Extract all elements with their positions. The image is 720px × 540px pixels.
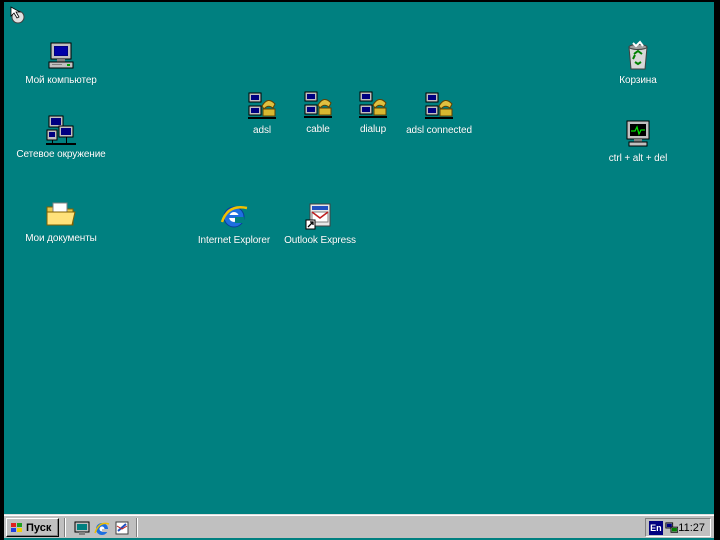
screen: Мой компьютер Сетевое окружение Мои доку… xyxy=(0,0,720,540)
outlook-express-icon[interactable] xyxy=(114,520,130,536)
taskbar-separator xyxy=(64,518,66,537)
internet-explorer-icon[interactable] xyxy=(94,520,110,536)
desktop-icon-ctrl-alt-del[interactable]: ctrl + alt + del xyxy=(593,118,683,165)
desktop-icon-label: Outlook Express xyxy=(284,235,356,246)
start-button-label: Пуск xyxy=(26,521,52,534)
desktop-icon-my-computer[interactable]: Мой компьютер xyxy=(16,40,106,87)
desktop-icon-label: Корзина xyxy=(619,75,657,86)
dialup-connection-icon xyxy=(425,92,453,119)
desktop-icon-label: adsl connected xyxy=(406,125,472,136)
desktop-icon-label: adsl xyxy=(253,125,271,136)
mouse-cursor-icon xyxy=(10,6,25,24)
computer-icon xyxy=(48,42,74,69)
desktop-icon-label: Internet Explorer xyxy=(197,235,271,246)
taskbar-clock[interactable]: 11:27 xyxy=(678,522,705,534)
desktop-icon-label: cable xyxy=(306,124,330,135)
desktop-icon-label: Сетевое окружение xyxy=(16,149,106,160)
desktop-icon-label: Мои документы xyxy=(25,233,97,244)
folder-icon xyxy=(46,202,76,226)
internet-explorer-icon xyxy=(220,206,248,228)
recycle-bin-icon xyxy=(628,40,648,70)
desktop-icon-label: ctrl + alt + del xyxy=(608,153,668,164)
monitor-icon xyxy=(626,120,650,147)
network-icon xyxy=(46,115,76,145)
outlook-express-icon xyxy=(305,203,331,230)
show-desktop-icon[interactable] xyxy=(74,520,90,536)
taskbar: Пуск En 11:27 xyxy=(4,514,714,538)
desktop-icon-label: Мой компьютер xyxy=(25,75,97,86)
desktop-icon-adsl-connected[interactable]: adsl connected xyxy=(384,90,494,137)
network-status-icon[interactable] xyxy=(665,521,679,535)
desktop-icon-label: dialup xyxy=(359,124,387,135)
desktop-icon-network[interactable]: Сетевое окружение xyxy=(16,114,106,161)
desktop-icon-outlook-express[interactable]: Outlook Express xyxy=(265,200,375,247)
start-button[interactable]: Пуск xyxy=(6,518,59,537)
system-tray: En 11:27 xyxy=(645,518,711,537)
windows-logo-icon xyxy=(11,522,22,532)
language-indicator[interactable]: En xyxy=(649,520,663,535)
desktop[interactable]: Мой компьютер Сетевое окружение Мои доку… xyxy=(4,2,714,514)
taskbar-separator xyxy=(136,518,138,537)
desktop-icon-my-documents[interactable]: Мои документы xyxy=(16,198,106,245)
desktop-icon-recycle-bin[interactable]: Корзина xyxy=(593,40,683,87)
